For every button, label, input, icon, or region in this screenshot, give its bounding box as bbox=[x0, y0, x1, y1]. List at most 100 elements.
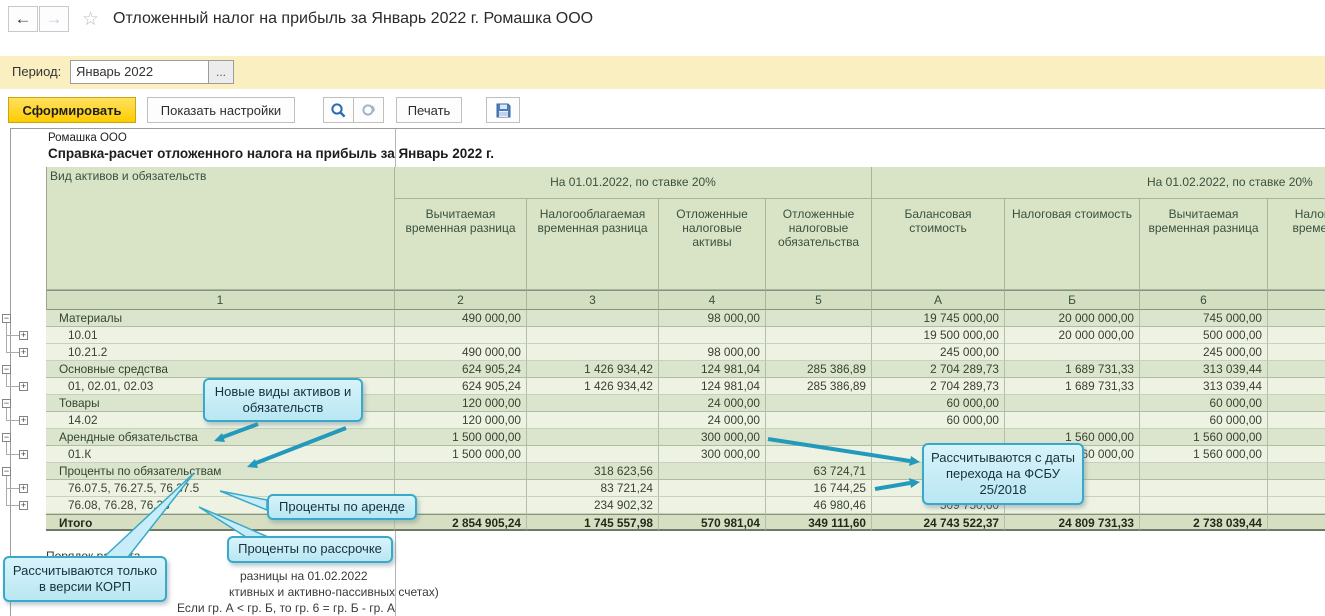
cell-value: 1 689 731,33 bbox=[1005, 361, 1140, 378]
cell-value: 285 386,89 bbox=[766, 361, 872, 378]
cell-value bbox=[527, 344, 659, 361]
entity-code-cell: 1 bbox=[46, 290, 395, 310]
forward-arrow-icon: → bbox=[45, 9, 63, 28]
period-input[interactable]: Январь 2022 bbox=[70, 60, 213, 84]
cell-value bbox=[395, 463, 527, 480]
column-code-8: 6 bbox=[1140, 290, 1268, 310]
cell-value: 1 560 000,00 bbox=[1140, 429, 1268, 446]
tree-connector bbox=[6, 488, 19, 489]
cell-value: 300 000,00 bbox=[659, 429, 766, 446]
cell-value bbox=[659, 497, 766, 514]
column-code-2: 2 bbox=[395, 290, 527, 310]
cell-value bbox=[766, 310, 872, 327]
cell-value: 60 000,00 bbox=[872, 395, 1005, 412]
expander-plus-icon[interactable]: + bbox=[19, 331, 28, 340]
save-button[interactable] bbox=[486, 97, 520, 123]
expander-minus-icon[interactable]: − bbox=[2, 467, 11, 476]
cell-value bbox=[1268, 514, 1325, 531]
show-settings-button[interactable]: Показать настройки bbox=[147, 97, 295, 123]
cell-value bbox=[1268, 446, 1325, 463]
tree-connector bbox=[6, 378, 7, 386]
expander-minus-icon[interactable]: − bbox=[2, 433, 11, 442]
footer-line-fragment: ктивных и активно-пассивных счетах) bbox=[229, 585, 439, 599]
cell-value: 624 905,24 bbox=[395, 361, 527, 378]
cell-value bbox=[527, 412, 659, 429]
report-top-border bbox=[10, 128, 1325, 129]
forward-button[interactable]: → bbox=[39, 6, 69, 32]
search-button[interactable] bbox=[323, 97, 354, 123]
cell-value: 83 721,24 bbox=[527, 480, 659, 497]
cell-value bbox=[659, 327, 766, 344]
expander-plus-icon[interactable]: + bbox=[19, 382, 28, 391]
expander-minus-icon[interactable]: − bbox=[2, 399, 11, 408]
table-row: 01.К 1 500 000,00 300 000,00 1 560 000,00 1 … bbox=[46, 446, 1325, 463]
expander-plus-icon[interactable]: + bbox=[19, 450, 28, 459]
cell-value: 745 000,00 bbox=[1140, 310, 1268, 327]
cell-value: 490 000,00 bbox=[395, 344, 527, 361]
cell-value: 1 426 934,42 bbox=[527, 378, 659, 395]
cell-value: 124 981,04 bbox=[659, 361, 766, 378]
cell-value: 500 000,00 bbox=[1140, 327, 1268, 344]
expander-minus-icon[interactable]: − bbox=[2, 314, 11, 323]
expander-minus-icon[interactable]: − bbox=[2, 365, 11, 374]
tree-connector bbox=[6, 352, 19, 353]
cell-value: 313 039,44 bbox=[1140, 378, 1268, 395]
tree-connector bbox=[6, 327, 7, 335]
cell-value bbox=[766, 446, 872, 463]
cell-value: 24 743 522,37 bbox=[872, 514, 1005, 531]
cell-value: 1 426 934,42 bbox=[527, 361, 659, 378]
cell-value: 313 039,44 bbox=[1140, 361, 1268, 378]
cell-value: 19 500 000,00 bbox=[872, 327, 1005, 344]
tree-connector bbox=[6, 420, 19, 421]
annotation-installment-interest: Проценты по рассрочке bbox=[227, 536, 393, 563]
print-button[interactable]: Печать bbox=[396, 97, 462, 123]
cell-value bbox=[766, 395, 872, 412]
expander-plus-icon[interactable]: + bbox=[19, 484, 28, 493]
expander-plus-icon[interactable]: + bbox=[19, 501, 28, 510]
cell-value: 2 704 289,73 bbox=[872, 361, 1005, 378]
column-header-3: Налогооблагаемая временная разница bbox=[527, 199, 659, 290]
column-header-2: Вычитаемая временная разница bbox=[395, 199, 527, 290]
entity-column-header: Вид активов и обязательств bbox=[46, 167, 395, 290]
table-row: 10.21.2 490 000,00 98 000,00 245 000,00 245 … bbox=[46, 344, 1325, 361]
table-row: 10.01 19 500 000,00 20 000 000,00 500 000,0… bbox=[46, 327, 1325, 344]
period-bar: Период: Январь 2022 ... bbox=[0, 56, 1325, 89]
table-row: Основные средства 624 905,24 1 426 934,42 1… bbox=[46, 361, 1325, 378]
cell-value bbox=[1268, 497, 1325, 514]
generate-button[interactable]: Сформировать bbox=[8, 97, 136, 123]
search-next-icon bbox=[362, 103, 375, 116]
cell-value bbox=[527, 446, 659, 463]
cell-value bbox=[1005, 344, 1140, 361]
table-row: Материалы 490 000,00 98 000,00 19 745 000,0… bbox=[46, 310, 1325, 327]
table-row: 76.08, 76.28, 76.38 234 902,32 46 980,46 50… bbox=[46, 497, 1325, 514]
cell-value: 245 000,00 bbox=[872, 344, 1005, 361]
cell-value bbox=[527, 429, 659, 446]
tree-connector bbox=[6, 488, 7, 497]
expander-plus-icon[interactable]: + bbox=[19, 416, 28, 425]
cell-value bbox=[527, 327, 659, 344]
footer-cell-border bbox=[395, 531, 396, 616]
cell-value: 490 000,00 bbox=[395, 310, 527, 327]
table-row: Проценты по обязательствам 318 623,56 63 7… bbox=[46, 463, 1325, 480]
cell-value bbox=[1140, 497, 1268, 514]
cell-value: 16 744,25 bbox=[766, 480, 872, 497]
cell-value: 20 000 000,00 bbox=[1005, 310, 1140, 327]
repeat-search-button[interactable] bbox=[353, 97, 384, 123]
cell-value: 24 000,00 bbox=[659, 395, 766, 412]
cell-value bbox=[1268, 327, 1325, 344]
cell-value: 98 000,00 bbox=[659, 344, 766, 361]
cell-value bbox=[1268, 378, 1325, 395]
back-arrow-icon: ← bbox=[14, 9, 32, 28]
favorite-star-icon[interactable]: ☆ bbox=[82, 8, 99, 31]
search-icon bbox=[331, 102, 346, 117]
table-row: Итого 2 854 905,24 1 745 557,98 570 981,04 3… bbox=[46, 514, 1325, 531]
cell-value: 46 980,46 bbox=[766, 497, 872, 514]
cell-value bbox=[1140, 463, 1268, 480]
period-picker-button[interactable]: ... bbox=[208, 60, 234, 84]
tree-connector bbox=[6, 454, 19, 455]
cell-value: 318 623,56 bbox=[527, 463, 659, 480]
cell-value bbox=[659, 463, 766, 480]
cell-value bbox=[1268, 480, 1325, 497]
expander-plus-icon[interactable]: + bbox=[19, 348, 28, 357]
back-button[interactable]: ← bbox=[8, 6, 38, 32]
